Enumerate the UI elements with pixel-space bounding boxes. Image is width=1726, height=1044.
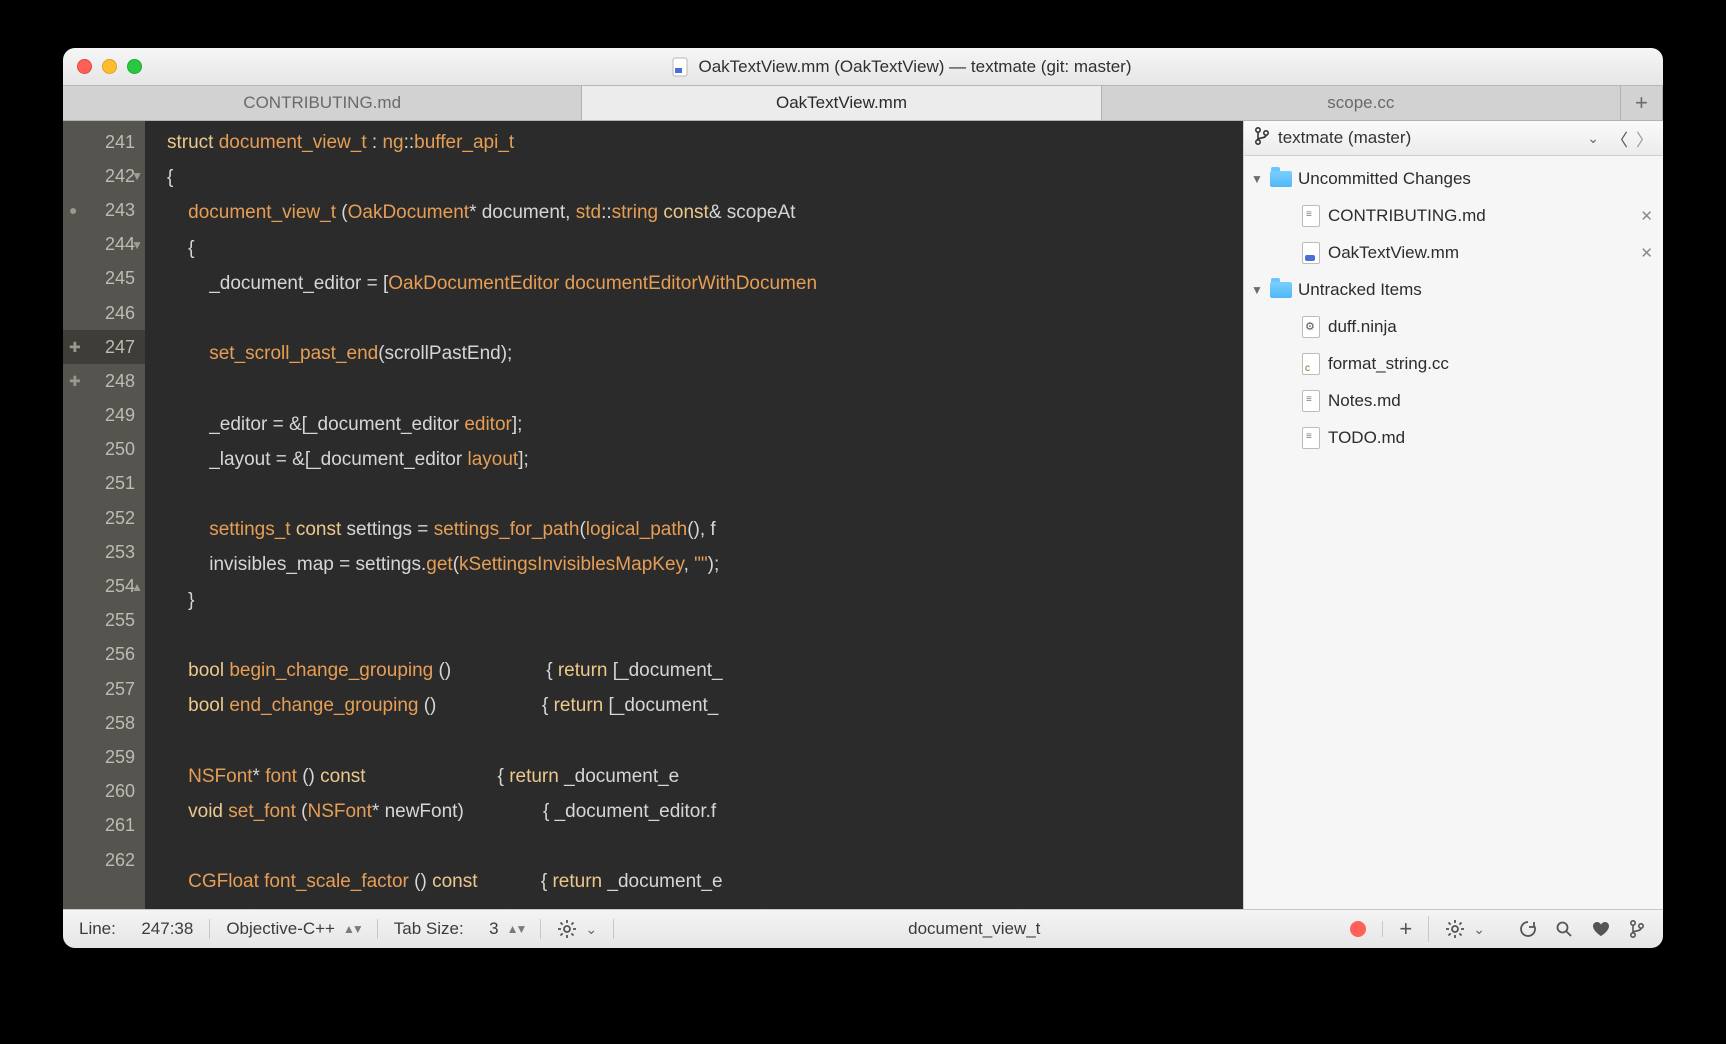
gutter-line[interactable]: ●243	[63, 193, 145, 227]
tab-0[interactable]: CONTRIBUTING.md	[63, 86, 582, 120]
chevron-down-icon[interactable]: ⌄	[1587, 130, 1599, 147]
tab-size-label: Tab Size:	[394, 919, 464, 939]
minimize-button[interactable]	[102, 59, 117, 74]
statusbar-right	[1501, 920, 1663, 938]
editor-area: 241242▼●243244▼245246✚247✚24824925025125…	[63, 121, 1243, 909]
nav-back-icon[interactable]: 〈	[1611, 126, 1628, 151]
gutter-line[interactable]: 253	[63, 535, 145, 569]
gutter-line[interactable]: 259	[63, 740, 145, 774]
gutter-line[interactable]: 262	[63, 843, 145, 877]
symbol-value: document_view_t	[908, 919, 1040, 939]
discard-icon[interactable]: ✕	[1640, 207, 1653, 225]
window-title-area: OakTextView.mm (OakTextView) — textmate …	[154, 57, 1649, 77]
gutter-line[interactable]: 258	[63, 706, 145, 740]
tree-file-item[interactable]: Notes.md	[1244, 382, 1663, 419]
tab-size-value: 3	[489, 919, 498, 939]
stepper-icon: ▲▼	[343, 922, 361, 936]
reload-icon[interactable]	[1519, 920, 1537, 938]
repo-label[interactable]: textmate (master)	[1278, 128, 1411, 148]
discard-icon[interactable]: ✕	[1640, 244, 1653, 262]
language-selector[interactable]: Objective-C++ ▲▼	[210, 919, 377, 939]
gutter-line[interactable]: 257	[63, 672, 145, 706]
tree-file-item[interactable]: TODO.md	[1244, 419, 1663, 456]
tab-2[interactable]: scope.cc	[1102, 86, 1621, 120]
gutter-line[interactable]: 245	[63, 262, 145, 296]
nav-forward-icon: 〉	[1636, 126, 1653, 151]
gutter-line[interactable]: 255	[63, 604, 145, 638]
tab-1[interactable]: OakTextView.mm	[582, 86, 1101, 120]
gutter-line[interactable]: 252	[63, 501, 145, 535]
gutter-line[interactable]: 246	[63, 296, 145, 330]
tab-size-selector[interactable]: Tab Size: 3 ▲▼	[378, 919, 542, 939]
gutter-line[interactable]: 241	[63, 125, 145, 159]
statusbar: Line: 247:38 Objective-C++ ▲▼ Tab Size: …	[63, 909, 1663, 948]
window: OakTextView.mm (OakTextView) — textmate …	[63, 48, 1663, 948]
language-value: Objective-C++	[226, 919, 335, 939]
tab-label: CONTRIBUTING.md	[243, 93, 401, 113]
add-button[interactable]: +	[1383, 916, 1429, 942]
search-icon[interactable]	[1555, 920, 1573, 938]
line-value: 247:38	[141, 919, 193, 939]
scm-sidebar: textmate (master) ⌄ 〈 〉 ▼Uncommitted Cha…	[1243, 121, 1663, 909]
statusbar-left: Line: 247:38 Objective-C++ ▲▼ Tab Size: …	[63, 916, 1501, 942]
gutter-line[interactable]: 249	[63, 399, 145, 433]
symbol-selector[interactable]: document_view_t	[614, 919, 1334, 939]
macro-record[interactable]	[1334, 921, 1383, 937]
gutter-line[interactable]: 242▼	[63, 159, 145, 193]
gutter[interactable]: 241242▼●243244▼245246✚247✚24824925025125…	[63, 121, 145, 909]
gutter-line[interactable]: 251	[63, 467, 145, 501]
new-tab-button[interactable]: +	[1621, 86, 1663, 120]
gutter-line[interactable]: 261	[63, 809, 145, 843]
tree-group-header[interactable]: ▼Uncommitted Changes	[1244, 160, 1663, 197]
bundle-menu[interactable]: ⌄	[541, 919, 614, 939]
tab-label: scope.cc	[1327, 93, 1394, 113]
gear-icon	[557, 919, 577, 939]
tree-file-item[interactable]: CONTRIBUTING.md✕	[1244, 197, 1663, 234]
gutter-line[interactable]: 244▼	[63, 228, 145, 262]
gutter-line[interactable]: 256	[63, 638, 145, 672]
heart-icon[interactable]	[1591, 920, 1611, 938]
line-label: Line:	[79, 919, 116, 939]
actions-menu[interactable]: ⌄	[1429, 919, 1501, 939]
gutter-line[interactable]: 254▲	[63, 569, 145, 603]
tree-file-item[interactable]: OakTextView.mm✕	[1244, 234, 1663, 271]
zoom-button[interactable]	[127, 59, 142, 74]
close-button[interactable]	[77, 59, 92, 74]
tree-group-header[interactable]: ▼Untracked Items	[1244, 271, 1663, 308]
gutter-line[interactable]: 250	[63, 433, 145, 467]
gutter-line[interactable]: ✚248	[63, 364, 145, 398]
gutter-line[interactable]: ✚247	[63, 330, 145, 364]
document-icon	[672, 57, 690, 77]
body: 241242▼●243244▼245246✚247✚24824925025125…	[63, 121, 1663, 909]
tab-strip: CONTRIBUTING.md OakTextView.mm scope.cc …	[63, 86, 1663, 121]
tree-file-item[interactable]: duff.ninja	[1244, 308, 1663, 345]
record-icon	[1350, 921, 1366, 937]
traffic-lights	[77, 59, 142, 74]
scm-tree: ▼Uncommitted ChangesCONTRIBUTING.md✕OakT…	[1244, 156, 1663, 909]
git-branch-icon[interactable]	[1629, 920, 1645, 938]
tab-label: OakTextView.mm	[776, 93, 907, 113]
gear-icon	[1445, 919, 1465, 939]
code-view[interactable]: struct document_view_t : ng::buffer_api_…	[145, 121, 1243, 909]
chevron-down-icon: ⌄	[1473, 921, 1485, 938]
tree-file-item[interactable]: format_string.cc	[1244, 345, 1663, 382]
window-title: OakTextView.mm (OakTextView) — textmate …	[699, 57, 1132, 77]
stepper-icon: ▲▼	[507, 922, 525, 936]
gutter-line[interactable]: 260	[63, 775, 145, 809]
sidebar-header: textmate (master) ⌄ 〈 〉	[1244, 121, 1663, 156]
git-branch-icon	[1254, 127, 1270, 150]
chevron-down-icon: ⌄	[585, 921, 597, 938]
cursor-position[interactable]: Line: 247:38	[63, 919, 210, 939]
titlebar: OakTextView.mm (OakTextView) — textmate …	[63, 48, 1663, 86]
